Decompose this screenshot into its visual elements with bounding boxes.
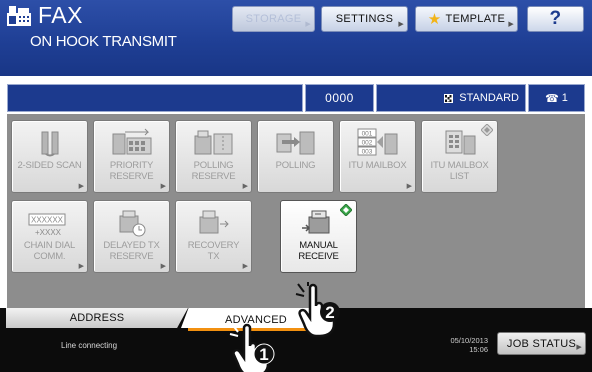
- function-label: ITU MAILBOX LIST: [430, 160, 489, 182]
- status-bar: 0000 STANDARD ☎ 1: [7, 84, 585, 112]
- date-time: 05/10/2013 15:06: [448, 336, 488, 354]
- template-button[interactable]: ★ TEMPLATE ▶: [415, 6, 518, 32]
- job-status-label: JOB STATUS: [506, 337, 577, 350]
- function-label: DELAYED TX RESERVE: [103, 240, 160, 262]
- function-label: POLLING RESERVE: [191, 160, 236, 182]
- star-icon: ★: [427, 11, 442, 28]
- arrow-icon: ▶: [576, 344, 582, 351]
- advanced-functions-panel: 2-SIDED SCAN ▶ PRIORITY RESERVE ▶ POLLIN…: [7, 114, 585, 308]
- arrow-icon: ▶: [508, 21, 514, 28]
- mailbox-code-3: 003: [361, 149, 372, 156]
- itu-mailbox-button[interactable]: 001 002 003 ITU MAILBOX ▶: [339, 120, 416, 193]
- line-status-message: Line connecting: [61, 341, 118, 350]
- destination-display: [7, 84, 303, 112]
- help-button[interactable]: ?: [527, 6, 584, 32]
- chain-dial-icon: XXXXXX +XXXX: [28, 213, 65, 237]
- arrow-icon: ▶: [242, 183, 248, 190]
- arrow-icon: ▶: [78, 263, 84, 270]
- itu-mailbox-list-icon: [445, 130, 475, 155]
- function-label: CHAIN DIAL COMM.: [23, 240, 76, 262]
- manual-receive-icon: [301, 210, 329, 234]
- fax-screen: FAX ON HOOK TRANSMIT STORAGE ▶ SETTINGS …: [0, 0, 592, 372]
- callout-number: 2: [325, 303, 334, 322]
- function-label: MANUAL RECEIVE: [298, 240, 339, 262]
- callout-number: 1: [259, 345, 268, 364]
- arrow-icon: ▶: [160, 263, 166, 270]
- arrow-icon: ▶: [242, 263, 248, 270]
- help-icon: ?: [549, 8, 562, 29]
- function-label: POLLING: [275, 160, 316, 171]
- job-status-button[interactable]: JOB STATUS ▶: [497, 332, 586, 355]
- pointing-hand-icon: 1: [229, 323, 275, 372]
- function-label: PRIORITY RESERVE: [109, 160, 154, 182]
- chain-dial-suffix: +XXXX: [34, 228, 61, 237]
- storage-label: STORAGE: [245, 13, 302, 25]
- line-indicator: ☎ 1: [528, 84, 585, 112]
- manual-receive-button[interactable]: MANUAL RECEIVE: [280, 200, 357, 273]
- fax-icon: [7, 6, 31, 26]
- storage-button[interactable]: STORAGE ▶: [232, 6, 315, 32]
- mailbox-code-1: 001: [361, 131, 372, 138]
- arrow-icon: ▶: [78, 183, 84, 190]
- time: 15:06: [469, 345, 488, 354]
- function-label: ITU MAILBOX: [348, 160, 407, 171]
- tab-address[interactable]: ADDRESS: [6, 308, 188, 328]
- two-sided-scan-button[interactable]: 2-SIDED SCAN ▶: [11, 120, 88, 193]
- duplex-scan-icon: [41, 131, 58, 157]
- pointing-hand-icon: 2: [295, 282, 340, 338]
- settings-button[interactable]: SETTINGS ▶: [321, 6, 408, 32]
- priority-reserve-icon: [112, 128, 151, 155]
- itu-mailbox-list-button[interactable]: ITU MAILBOX LIST: [421, 120, 498, 193]
- function-label: 2-SIDED SCAN: [17, 160, 82, 171]
- itu-mailbox-icon: 001 002 003: [357, 128, 397, 156]
- polling-button[interactable]: POLLING: [257, 120, 334, 193]
- delayed-tx-reserve-button[interactable]: DELAYED TX RESERVE ▶: [93, 200, 170, 273]
- polling-icon: [276, 131, 314, 155]
- delayed-tx-icon: [119, 210, 145, 237]
- settings-label: SETTINGS: [335, 13, 394, 25]
- mailbox-code-2: 002: [361, 140, 372, 147]
- recovery-tx-button[interactable]: RECOVERY TX ▶: [175, 200, 252, 273]
- chain-dial-code: XXXXXX: [30, 216, 63, 225]
- chain-dial-comm-button[interactable]: XXXXXX +XXXX CHAIN DIAL COMM. ▶: [11, 200, 88, 273]
- app-title: FAX: [38, 2, 83, 28]
- template-label: TEMPLATE: [445, 13, 506, 25]
- resolution-mode-label: STANDARD: [459, 92, 519, 104]
- arrow-icon: ▶: [160, 183, 166, 190]
- arrow-icon: ▶: [398, 21, 404, 28]
- header-bar: FAX ON HOOK TRANSMIT STORAGE ▶ SETTINGS …: [0, 0, 592, 76]
- arrow-icon: ▶: [305, 21, 311, 28]
- polling-reserve-icon: [194, 130, 232, 155]
- priority-reserve-button[interactable]: PRIORITY RESERVE ▶: [93, 120, 170, 193]
- polling-reserve-button[interactable]: POLLING RESERVE ▶: [175, 120, 252, 193]
- checkered-flag-icon: [444, 93, 454, 103]
- page-counter: 0000: [305, 84, 374, 112]
- phone-line-icon: ☎: [545, 92, 559, 105]
- screen-subtitle: ON HOOK TRANSMIT: [30, 33, 177, 50]
- date: 05/10/2013: [450, 336, 488, 345]
- resolution-mode: STANDARD: [376, 84, 526, 112]
- function-label: RECOVERY TX: [187, 240, 240, 262]
- arrow-icon: ▶: [406, 183, 412, 190]
- recovery-tx-icon: [199, 210, 229, 234]
- line-number: 1: [561, 92, 568, 104]
